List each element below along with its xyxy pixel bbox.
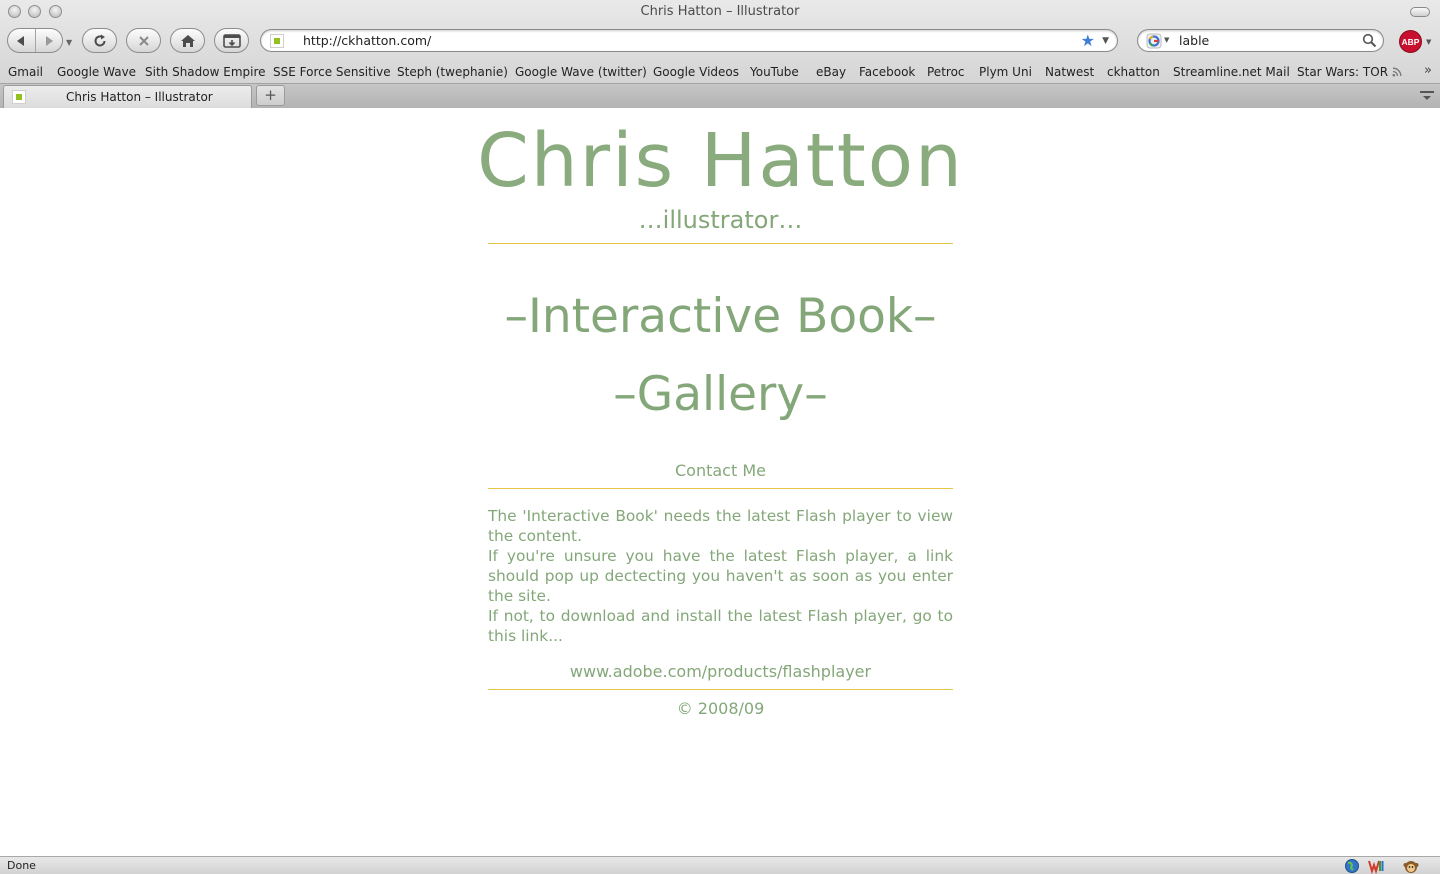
reload-button[interactable] bbox=[82, 28, 117, 53]
google-icon[interactable] bbox=[1146, 33, 1162, 49]
status-bar: Done bbox=[0, 856, 1440, 874]
site-favicon-icon bbox=[270, 34, 284, 48]
browser-chrome: Chris Hatton – Illustrator ▼ http://ckha… bbox=[0, 0, 1440, 108]
tab-list-icon[interactable] bbox=[1417, 87, 1437, 104]
bookmark-item[interactable]: Streamline.net Mail bbox=[1173, 65, 1290, 79]
globe-extension-icon[interactable] bbox=[1344, 858, 1360, 874]
back-forward-group bbox=[7, 28, 63, 53]
contact-me-link[interactable]: Contact Me bbox=[488, 461, 953, 480]
tab-title: Chris Hatton – Illustrator bbox=[66, 90, 213, 104]
bookmark-item[interactable]: eBay bbox=[816, 65, 846, 79]
bookmarks-toolbar: Gmail Google Wave Sith Shadow Empire SSE… bbox=[0, 61, 1440, 83]
divider-rule bbox=[488, 488, 953, 489]
navigation-toolbar: ▼ http://ckhatton.com/ ★ ▼ ▼ lable ABP ▼ bbox=[0, 24, 1440, 60]
adblock-plus-icon[interactable]: ABP bbox=[1399, 30, 1422, 53]
flash-player-link[interactable]: www.adobe.com/products/flashplayer bbox=[488, 662, 953, 681]
site-subtitle: …illustrator… bbox=[638, 206, 803, 234]
bookmark-item[interactable]: Google Wave (twitter) bbox=[515, 65, 647, 79]
bookmark-item[interactable]: ckhatton bbox=[1107, 65, 1160, 79]
tab-favicon-icon bbox=[12, 90, 26, 104]
home-icon bbox=[180, 34, 195, 47]
rss-feed-icon bbox=[1392, 67, 1402, 77]
star-icon[interactable]: ★ bbox=[1081, 31, 1095, 50]
url-text[interactable]: http://ckhatton.com/ bbox=[303, 33, 431, 48]
bookmark-item[interactable]: Google Wave bbox=[57, 65, 136, 79]
cache-icon bbox=[222, 33, 241, 48]
new-tab-button[interactable]: + bbox=[256, 85, 285, 106]
bookmark-item[interactable]: Steph (twephanie) bbox=[397, 65, 508, 79]
history-dropdown-icon[interactable]: ▼ bbox=[66, 38, 72, 47]
forward-button[interactable] bbox=[34, 29, 62, 52]
back-arrow-icon bbox=[17, 35, 25, 46]
plus-icon: + bbox=[264, 86, 277, 104]
cache-button[interactable] bbox=[214, 28, 249, 53]
interactive-book-link[interactable]: –Interactive Book– bbox=[468, 289, 973, 345]
tab-strip: Chris Hatton – Illustrator + bbox=[0, 83, 1440, 108]
info-paragraph: If you're unsure you have the latest Fla… bbox=[488, 547, 953, 605]
window-title: Chris Hatton – Illustrator bbox=[640, 4, 800, 19]
gallery-link[interactable]: –Gallery– bbox=[488, 367, 953, 423]
home-button[interactable] bbox=[170, 28, 205, 53]
forward-arrow-icon bbox=[45, 35, 53, 46]
bookmark-item[interactable]: Sith Shadow Empire bbox=[145, 65, 266, 79]
bookmark-item[interactable]: YouTube bbox=[750, 65, 799, 79]
page-viewport: Chris Hatton …illustrator… –Interactive … bbox=[0, 109, 1440, 856]
search-engine-dropdown-icon[interactable]: ▼ bbox=[1164, 36, 1169, 44]
divider-rule bbox=[488, 243, 953, 244]
w3c-validator-icon[interactable] bbox=[1368, 858, 1384, 874]
magnifier-icon[interactable] bbox=[1362, 33, 1377, 48]
bookmark-item[interactable]: Star Wars: TOR bbox=[1297, 65, 1402, 79]
site-title: Chris Hatton bbox=[477, 118, 964, 204]
stop-icon bbox=[138, 35, 149, 46]
search-bar[interactable]: ▼ lable bbox=[1137, 29, 1384, 52]
tab-chris-hatton[interactable]: Chris Hatton – Illustrator bbox=[3, 85, 252, 108]
bookmark-item[interactable]: Petroc bbox=[927, 65, 965, 79]
flash-info-text: The 'Interactive Book' needs the latest … bbox=[488, 506, 953, 646]
url-dropdown-icon[interactable]: ▼ bbox=[1102, 36, 1109, 46]
bookmarks-overflow-chevron-icon[interactable]: » bbox=[1424, 63, 1432, 78]
bookmark-item[interactable]: Google Videos bbox=[653, 65, 739, 79]
divider-rule bbox=[488, 689, 953, 690]
toolbar-toggle-button[interactable] bbox=[1410, 7, 1430, 17]
greasemonkey-icon[interactable] bbox=[1403, 858, 1419, 874]
info-paragraph: If not, to download and install the late… bbox=[488, 607, 953, 645]
address-bar[interactable]: http://ckhatton.com/ ★ ▼ bbox=[260, 29, 1118, 52]
bookmark-item[interactable]: Gmail bbox=[8, 65, 43, 79]
adblock-dropdown-icon[interactable]: ▼ bbox=[1426, 38, 1431, 46]
bookmark-item[interactable]: Natwest bbox=[1045, 65, 1094, 79]
back-button[interactable] bbox=[8, 29, 35, 52]
bookmark-item[interactable]: Plym Uni bbox=[979, 65, 1032, 79]
reload-icon bbox=[94, 34, 105, 46]
search-input[interactable]: lable bbox=[1179, 33, 1209, 48]
bookmark-item[interactable]: SSE Force Sensitive bbox=[273, 65, 391, 79]
status-text: Done bbox=[7, 859, 36, 872]
info-paragraph: The 'Interactive Book' needs the latest … bbox=[488, 507, 953, 545]
title-bar: Chris Hatton – Illustrator bbox=[0, 0, 1440, 24]
copyright-text: © 2008/09 bbox=[676, 699, 765, 718]
bookmark-item[interactable]: Facebook bbox=[859, 65, 915, 79]
bookmark-label: Star Wars: TOR bbox=[1297, 65, 1389, 79]
stop-button[interactable] bbox=[126, 28, 161, 53]
